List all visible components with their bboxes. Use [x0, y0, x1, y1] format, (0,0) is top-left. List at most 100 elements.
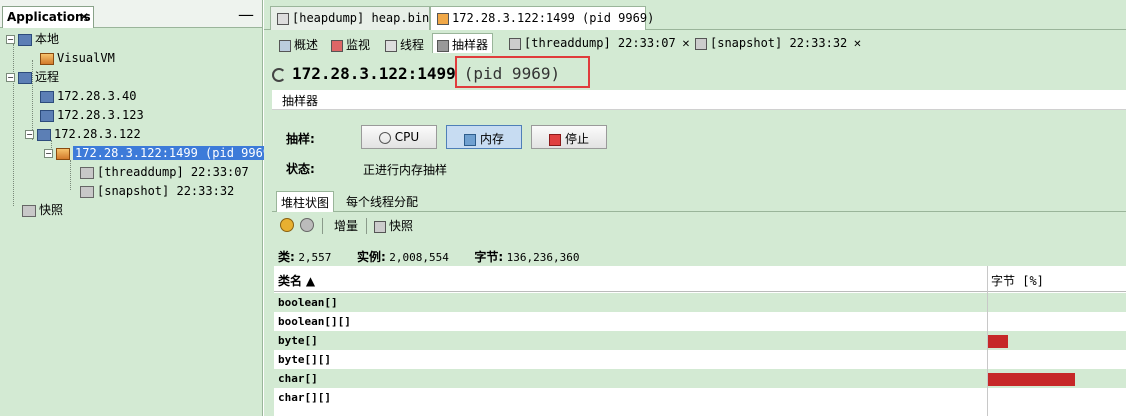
tree-node-label: [threaddump] 22:33:07 [97, 165, 249, 179]
table-row[interactable]: boolean[][] [274, 312, 1126, 331]
class-name-cell: byte[] [278, 334, 318, 347]
table-row[interactable]: char[][] [274, 388, 1126, 407]
tree-node-label: 172.28.3.122:1499 (pid 9969) [73, 146, 280, 160]
sampler-section-header: 抽样器 [272, 90, 1126, 110]
applications-panel: Applications ✕ — − 本地 VisualVM − 远程 172.28… [0, 0, 280, 416]
jmx-icon [56, 147, 70, 160]
tab-label: 每个线程分配 [346, 195, 419, 209]
close-icon[interactable]: ✕ [853, 39, 861, 50]
delta-button[interactable]: 增量 [334, 217, 358, 234]
column-label: 类名 [278, 274, 303, 288]
applications-tabbar: Applications ✕ — [0, 0, 262, 28]
tree-node-label: 快照 [39, 203, 64, 217]
instances-label: 实例: [356, 250, 386, 264]
threads-icon [385, 39, 397, 52]
tab-label: 172.28.3.122:1499 (pid 9969) [452, 11, 655, 25]
snapshot-button[interactable]: 快照 [374, 217, 413, 234]
heapdump-icon [277, 12, 289, 25]
status-label: 状态: [286, 162, 315, 176]
bytes-bar [988, 373, 1075, 386]
tab-label: [threaddump] 22:33:07 [524, 36, 676, 50]
tab-heap-histogram[interactable]: 堆柱状图 [276, 191, 335, 212]
tree-node-label: 本地 [35, 32, 60, 46]
class-name-cell: byte[][] [278, 353, 331, 366]
table-row[interactable]: char[] [274, 369, 1126, 388]
class-name-cell: char[][] [278, 391, 331, 404]
histogram-table: 类名 ▲ 字节 [%] boolean[] boolean[][] byte[] by… [274, 266, 1126, 416]
instances-value: 2,008,554 [389, 251, 449, 264]
collapse-icon[interactable]: − [25, 130, 34, 139]
overview-icon [279, 39, 291, 52]
memory-icon [463, 133, 476, 146]
tab-label: 抽样器 [452, 38, 489, 52]
snapshot-icon [374, 220, 386, 233]
tree-node-host[interactable]: 172.28.3.40 [40, 87, 136, 105]
snapshot-icon [695, 37, 707, 50]
tree-node-remote[interactable]: − 远程 [6, 68, 59, 86]
refresh-icon[interactable] [300, 218, 314, 232]
classes-label: 类: [278, 250, 295, 264]
sampler-controls: 抽样: CPU 内存 停止 状态: 正进行内存抽样 [272, 118, 1126, 188]
histogram-stats: 类: 2,557 实例: 2,008,554 字节: 136,236,360 [278, 248, 580, 266]
status-value: 正进行内存抽样 [363, 163, 448, 177]
monitor-icon [331, 39, 343, 52]
button-label: 快照 [389, 219, 414, 233]
tree-node-threaddump[interactable]: [threaddump] 22:33:07 [80, 163, 249, 181]
tab-label: 线程 [400, 38, 425, 52]
tab-process[interactable]: 172.28.3.122:1499 (pid 9969) [430, 6, 654, 30]
tab-heapdump[interactable]: [heapdump] heap.bin [270, 6, 430, 30]
tree-node-visualvm[interactable]: VisualVM [40, 49, 115, 67]
tree-node-label: [snapshot] 22:33:32 [97, 184, 235, 198]
applications-tab[interactable]: Applications ✕ [2, 6, 94, 28]
tab-monitor[interactable]: 监视 [326, 33, 375, 53]
stop-button[interactable]: 停止 [531, 125, 607, 149]
tab-threads[interactable]: 线程 [380, 33, 429, 53]
host-icon [40, 90, 54, 103]
bytes-label: 字节: [474, 250, 504, 264]
memory-button[interactable]: 内存 [446, 125, 522, 149]
tab-threaddump[interactable]: [threaddump] 22:33:07 ✕ [504, 33, 695, 53]
sample-label: 抽样: [286, 132, 315, 146]
tab-per-thread-allocation[interactable]: 每个线程分配 [342, 191, 422, 212]
stop-icon [548, 133, 561, 146]
tab-overview[interactable]: 概述 [274, 33, 323, 53]
sampler-toolbar: 增量 快照 [272, 214, 1126, 238]
cpu-button[interactable]: CPU [361, 125, 437, 149]
tree-node-process[interactable]: − 172.28.3.122:1499 (pid 9969) [44, 144, 280, 162]
tab-sampler[interactable]: 抽样器 [432, 33, 494, 53]
tree-node-label: 远程 [35, 70, 60, 84]
tree-node-label: 172.28.3.123 [57, 108, 144, 122]
collapse-icon[interactable]: − [6, 73, 15, 82]
close-icon[interactable]: ✕ [682, 39, 690, 50]
table-row[interactable]: boolean[] [274, 293, 1126, 312]
tree-node-host[interactable]: 172.28.3.123 [40, 106, 144, 124]
tab-label: 概述 [294, 38, 319, 52]
table-row[interactable]: byte[] [274, 331, 1126, 350]
table-row[interactable]: byte[][] [274, 350, 1126, 369]
snapshots-folder-icon [22, 204, 36, 217]
tree-node-snapshots[interactable]: 快照 [22, 201, 63, 219]
close-icon[interactable]: ✕ [79, 10, 89, 24]
column-header-bytes[interactable]: 字节 [%] [991, 272, 1044, 289]
tree-node-snapshot[interactable]: [snapshot] 22:33:32 [80, 182, 234, 200]
application-icon [40, 52, 54, 65]
pause-icon[interactable] [280, 218, 294, 232]
minimize-icon[interactable]: — [238, 5, 254, 24]
bytes-value: 136,236,360 [506, 251, 580, 264]
column-header-class-name[interactable]: 类名 ▲ [278, 272, 315, 289]
threaddump-icon [509, 37, 521, 50]
tree-node-host[interactable]: − 172.28.3.122 [25, 125, 141, 143]
button-label: 停止 [564, 132, 589, 146]
sampler-icon [437, 39, 449, 52]
threaddump-icon [80, 166, 94, 179]
tab-label: 监视 [346, 38, 371, 52]
collapse-icon[interactable]: − [44, 149, 53, 158]
button-label: 内存 [479, 132, 504, 146]
clock-icon [378, 131, 391, 144]
tree-node-label: VisualVM [57, 51, 115, 65]
tree-node-local[interactable]: − 本地 [6, 30, 59, 48]
tab-snapshot[interactable]: [snapshot] 22:33:32 ✕ [690, 33, 867, 53]
title-host: 172.28.3.122:1499 [292, 64, 456, 83]
collapse-icon[interactable]: − [6, 35, 15, 44]
host-icon [37, 128, 51, 141]
